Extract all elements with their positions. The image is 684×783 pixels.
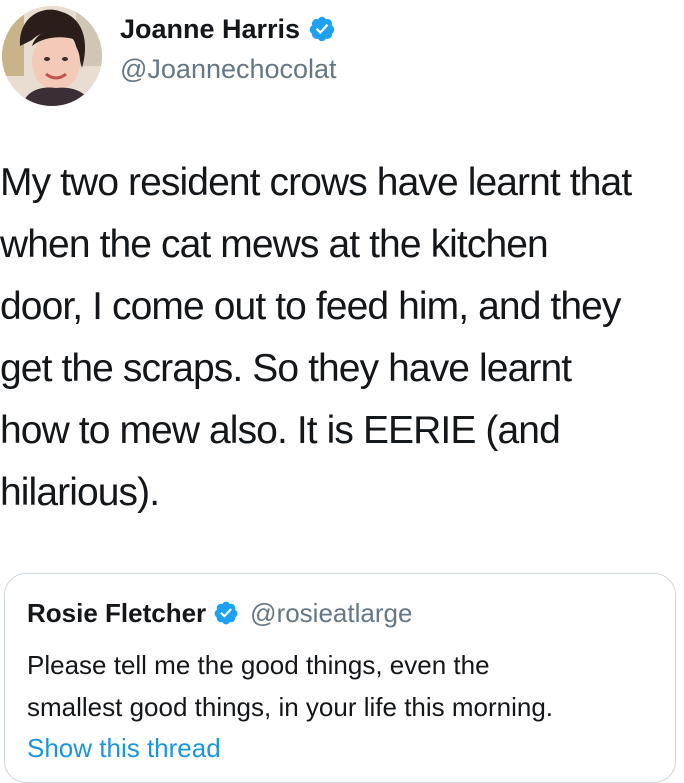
quoted-author-row: Rosie Fletcher @rosieatlarge: [27, 596, 412, 630]
quoted-author-handle[interactable]: @rosieatlarge: [250, 596, 412, 630]
verified-badge-icon: [309, 16, 335, 42]
author-handle[interactable]: @Joannechocolat: [120, 52, 337, 86]
verified-badge-icon: [214, 601, 238, 625]
tweet-header: Joanne Harris @Joannechocolat: [0, 0, 684, 112]
author-avatar[interactable]: [2, 6, 102, 106]
show-thread-link[interactable]: Show this thread: [27, 731, 221, 765]
quoted-author-name[interactable]: Rosie Fletcher: [27, 596, 206, 630]
quoted-tweet-card[interactable]: Rosie Fletcher @rosieatlarge Please tell…: [4, 573, 676, 783]
author-name-row: Joanne Harris: [120, 12, 336, 46]
avatar-icon: [2, 6, 102, 106]
tweet-text: My two resident crows have learnt that w…: [0, 161, 632, 514]
author-display-name[interactable]: Joanne Harris: [120, 12, 300, 46]
quoted-tweet-text: Please tell me the good things, even the…: [27, 650, 554, 722]
